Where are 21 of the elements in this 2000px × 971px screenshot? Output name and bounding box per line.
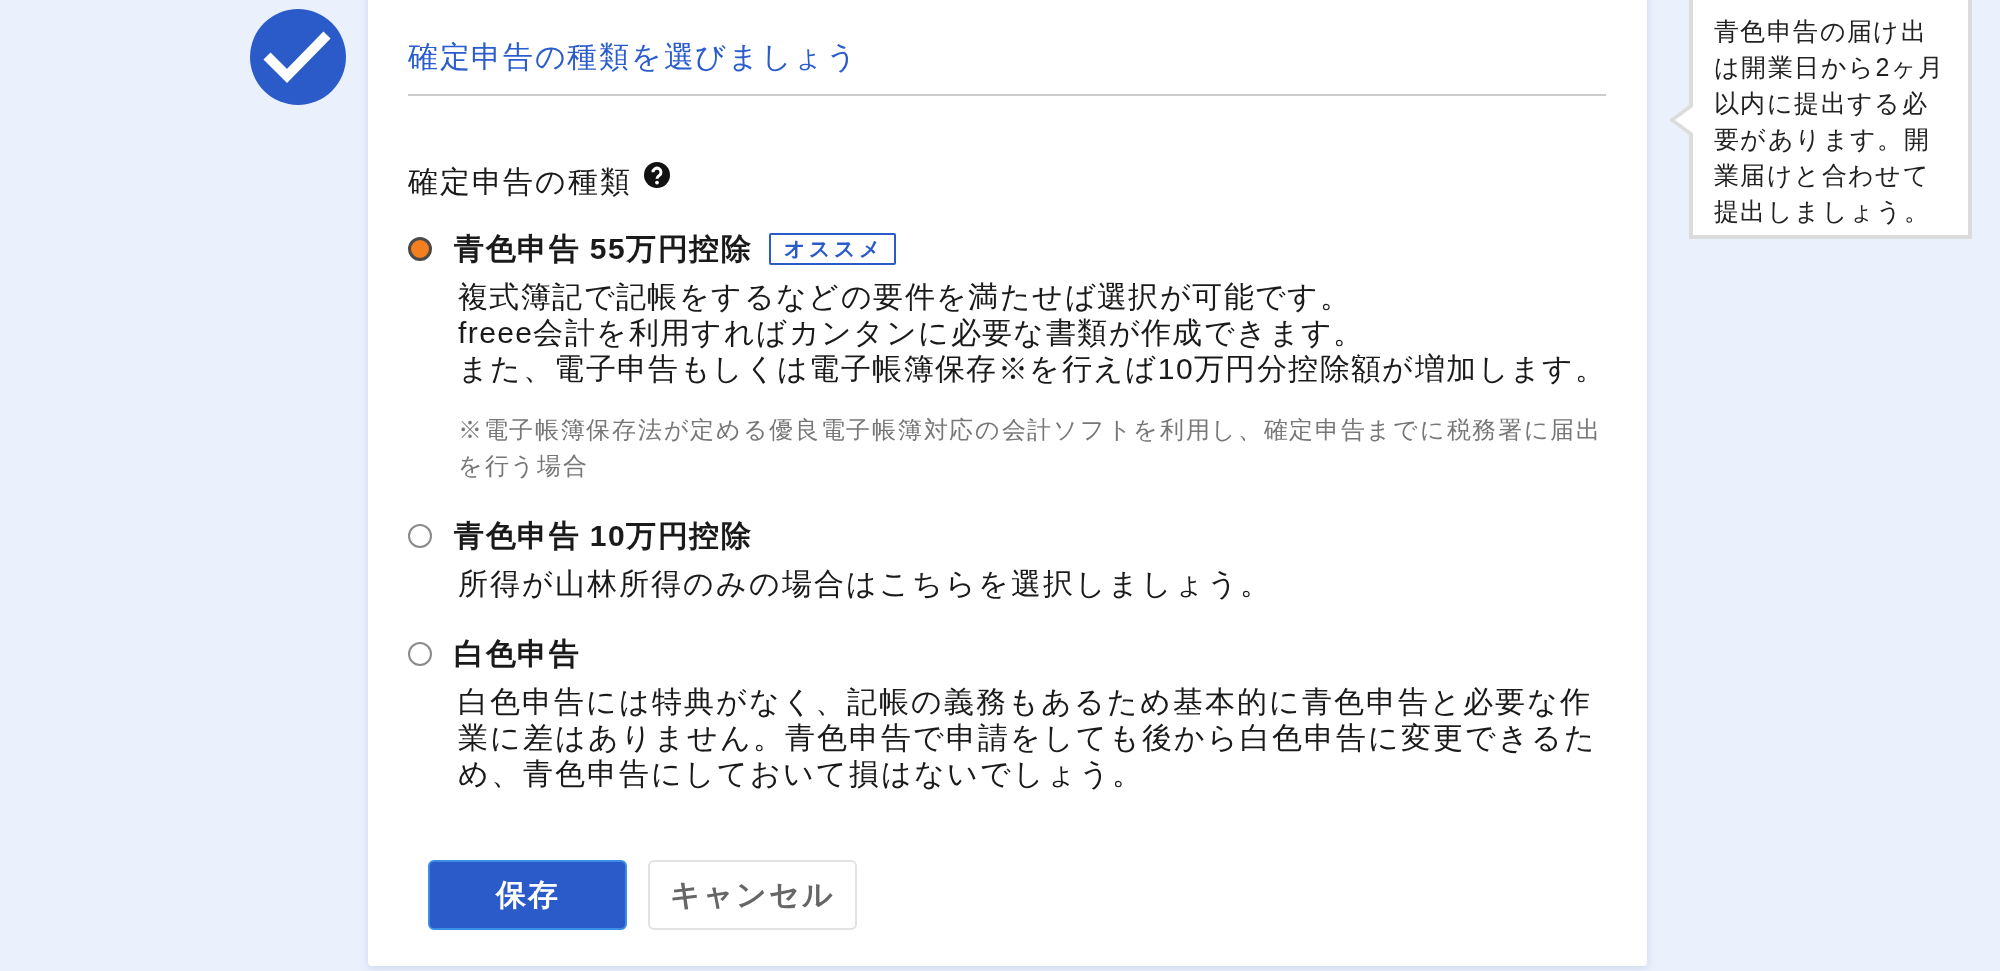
option-description: 白色申告には特典がなく、記帳の義務もあるため基本的に青色申告と必要な作業に差はありません。青色申告で申請をしても後から白色申告に変更できるため、青色申告にしておいて損はないでしょう。 (458, 684, 1598, 792)
recommended-badge: オススメ (769, 233, 897, 265)
radio-button[interactable] (408, 237, 432, 261)
option-description: 所得が山林所得のみの場合はこちらを選択しましょう。 (458, 566, 1273, 602)
option-description: 複式簿記で記帳をするなどの要件を満たせば選択が可能です。 (458, 279, 1353, 315)
option-label[interactable]: 青色申告 55万円控除 (454, 229, 753, 269)
tooltip: 青色申告の届け出は開業日から2ヶ月以内に提出する必要があります。開業届けと合わせて提出しましょう。 (1689, 0, 1972, 239)
radio-button[interactable] (408, 524, 432, 548)
option-description: freee会計を利用すればカンタンに必要な書類が作成できます。 (458, 315, 1366, 351)
option-label[interactable]: 青色申告 10万円控除 (454, 516, 753, 556)
radio-button[interactable] (408, 642, 432, 666)
help-icon[interactable] (643, 162, 670, 188)
field-label: 確定申告の種類 (408, 164, 632, 200)
save-button[interactable]: 保存 (428, 860, 627, 930)
pointer-arrow-icon (1669, 102, 1693, 138)
cancel-button[interactable]: キャンセル (648, 860, 857, 930)
option-label[interactable]: 白色申告 (454, 634, 580, 674)
check-icon (250, 9, 346, 105)
option-description: また、電子申告もしくは電子帳簿保存※を行えば10万円分控除額が増加します。 (458, 351, 1608, 387)
option-note: ※電子帳簿保存法が定める優良電子帳簿対応の会計ソフトを利用し、確定申告までに税務署に届出を行う場合 (457, 415, 1603, 481)
section-title: 確定申告の種類を選びましょう (408, 39, 860, 75)
